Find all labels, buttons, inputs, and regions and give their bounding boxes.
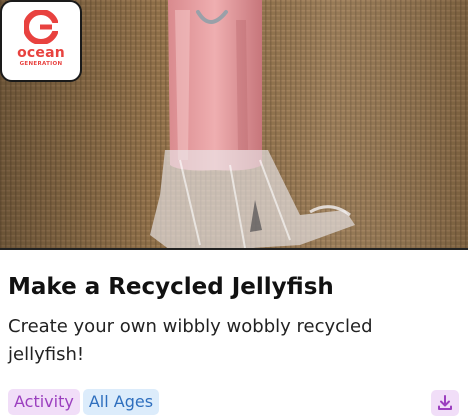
card-title[interactable]: Make a Recycled Jellyfish: [8, 271, 460, 303]
logo-text-ocean: ocean: [17, 45, 65, 61]
ocean-generation-logo-mark: [24, 10, 58, 44]
download-button[interactable]: [431, 390, 459, 416]
tag-all-ages[interactable]: All Ages: [82, 389, 160, 415]
logo-text-generation: GENERATION: [19, 61, 63, 67]
card-image[interactable]: ocean GENERATION: [0, 0, 468, 250]
download-icon: [438, 395, 452, 410]
card-description: Create your own wibbly wobbly recycled j…: [8, 316, 373, 365]
ocean-generation-logo: ocean GENERATION: [0, 0, 82, 82]
image-divider: [0, 248, 468, 250]
tag-list: Activity All Ages: [8, 389, 162, 415]
tag-activity[interactable]: Activity: [8, 389, 80, 415]
activity-card[interactable]: ocean GENERATION Make a Recycled Jellyfi…: [0, 0, 468, 420]
